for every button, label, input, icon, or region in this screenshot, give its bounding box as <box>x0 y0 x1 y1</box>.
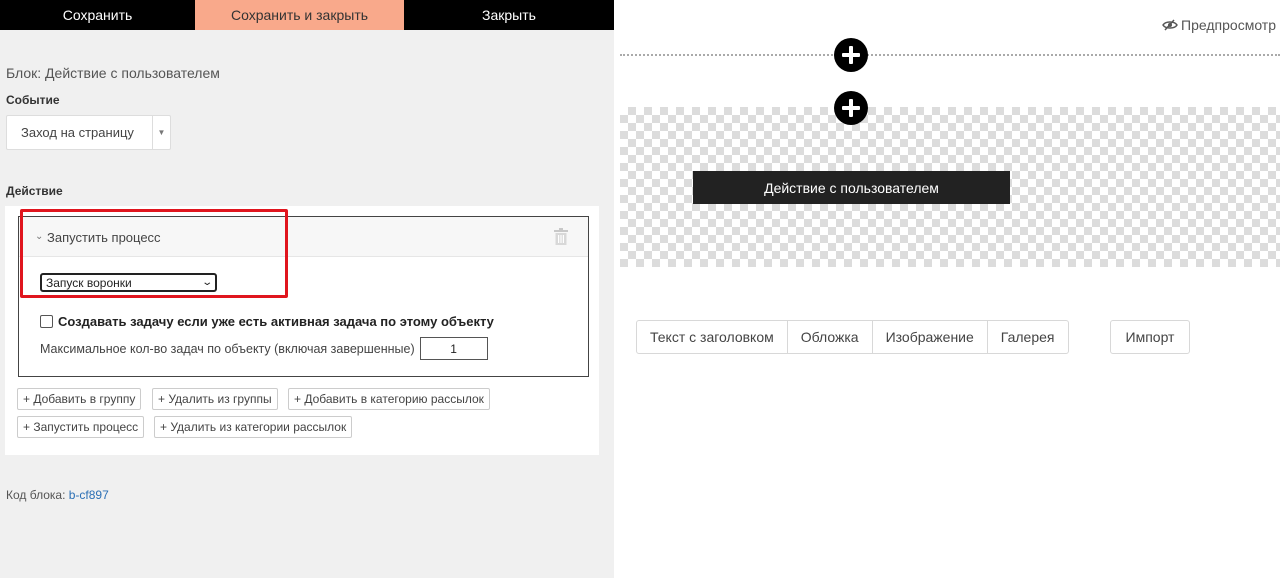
block-title: Блок: Действие с пользователем <box>6 65 220 81</box>
remove-from-group-button[interactable]: + Удалить из группы <box>152 388 278 410</box>
template-image[interactable]: Изображение <box>873 321 988 353</box>
highlight-frame <box>20 209 288 298</box>
event-label: Событие <box>6 93 60 107</box>
create-task-option[interactable]: Создавать задачу если уже есть активная … <box>40 314 494 329</box>
template-cover[interactable]: Обложка <box>788 321 873 353</box>
preview-label: Предпросмотр <box>1181 17 1276 33</box>
block-code: Код блока: b-cf897 <box>6 488 109 502</box>
toolbar: Сохранить Сохранить и закрыть Закрыть <box>0 0 614 30</box>
import-button[interactable]: Импорт <box>1110 320 1190 354</box>
action-block-label[interactable]: Действие с пользователем <box>693 171 1010 204</box>
template-gallery[interactable]: Галерея <box>988 321 1068 353</box>
remove-from-mailing-category-button[interactable]: + Удалить из категории рассылок <box>154 416 353 438</box>
trash-icon[interactable] <box>554 228 568 245</box>
event-select[interactable]: Заход на страницу ▼ <box>6 115 171 150</box>
add-block-plus-icon[interactable] <box>834 38 868 72</box>
max-tasks-label: Максимальное кол-во задач по объекту (вк… <box>40 341 415 356</box>
create-task-label: Создавать задачу если уже есть активная … <box>58 314 494 329</box>
action-label: Действие <box>6 184 63 198</box>
preview-link[interactable]: Предпросмотр <box>1162 17 1276 33</box>
block-code-value[interactable]: b-cf897 <box>69 488 109 502</box>
start-process-button[interactable]: + Запустить процесс <box>17 416 145 438</box>
add-to-mailing-category-button[interactable]: + Добавить в категорию рассылок <box>288 388 490 410</box>
close-button[interactable]: Закрыть <box>404 0 614 30</box>
eye-slash-icon <box>1162 19 1178 31</box>
template-buttons: Текст с заголовком Обложка Изображение Г… <box>636 320 1069 354</box>
event-select-value: Заход на страницу <box>21 125 134 140</box>
chevron-down-icon: ▼ <box>152 115 170 150</box>
drop-divider <box>620 54 1280 56</box>
create-task-checkbox[interactable] <box>40 315 53 328</box>
max-tasks-input[interactable]: 1 <box>419 337 488 360</box>
save-and-close-button[interactable]: Сохранить и закрыть <box>195 0 404 30</box>
add-block-plus-icon[interactable] <box>834 91 868 125</box>
add-to-group-button[interactable]: + Добавить в группу <box>17 388 142 410</box>
block-code-label: Код блока: <box>6 488 69 502</box>
save-button[interactable]: Сохранить <box>0 0 195 30</box>
template-text-with-heading[interactable]: Текст с заголовком <box>637 321 788 353</box>
max-tasks-row: Максимальное кол-во задач по объекту (вк… <box>40 337 488 360</box>
